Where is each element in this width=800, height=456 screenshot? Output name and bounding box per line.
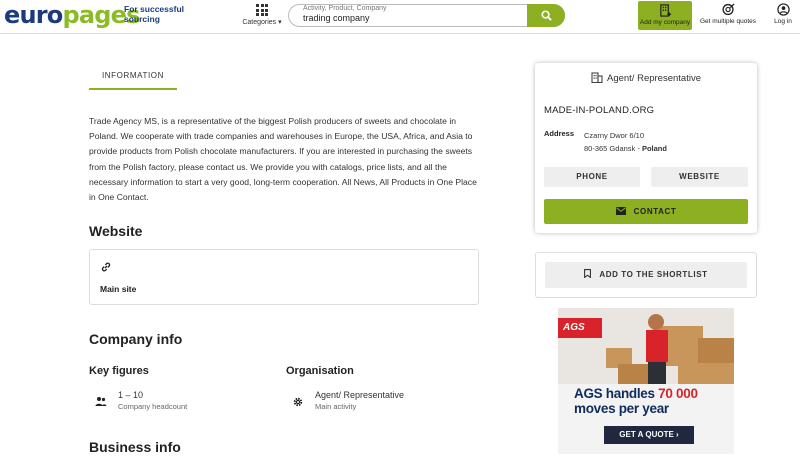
user-icon <box>776 3 790 16</box>
target-check-icon <box>721 3 735 16</box>
gear-icon <box>293 397 303 407</box>
top-bar: europages For successful sourcing Categor… <box>0 0 800 34</box>
main-site-label: Main site <box>100 284 137 294</box>
organisation-heading: Organisation <box>286 365 354 377</box>
website-heading: Website <box>89 223 143 239</box>
contact-card: Agent/ Representative MADE-IN-POLAND.ORG… <box>535 63 757 233</box>
company-description: Trade Agency MS, is a representative of … <box>89 116 477 203</box>
bookmark-icon <box>584 269 592 279</box>
envelope-icon <box>615 207 626 215</box>
phone-button[interactable]: PHONE <box>544 167 640 187</box>
grid-icon <box>256 4 268 16</box>
add-company-button[interactable]: Add my company <box>638 1 692 30</box>
tab-information[interactable]: INFORMATION <box>89 66 177 90</box>
main-site-link[interactable]: Main site <box>89 249 479 305</box>
ags-logo: AGS <box>558 318 602 338</box>
multiple-quotes-button[interactable]: Get multiple quotes <box>697 3 759 25</box>
address-label: Address <box>544 129 575 138</box>
tagline: For successful sourcing <box>124 4 184 24</box>
shortlist-box: ADD TO THE SHORTLIST <box>535 252 757 298</box>
main-activity-figure: Agent/ Representative Main activity <box>315 390 405 411</box>
website-button[interactable]: WEBSITE <box>651 167 748 187</box>
advertisement-banner[interactable]: AGS AGS handles 70 000 moves per year GET… <box>558 308 734 454</box>
chevron-down-icon: ▾ <box>278 19 282 26</box>
people-icon <box>95 397 107 406</box>
address-value: Czarny Dwor 6/10 80-365 Gdansk - Poland <box>584 131 667 153</box>
search-button[interactable] <box>527 4 565 27</box>
search-placeholder: Activity, Product, Company <box>303 5 387 12</box>
ad-headline: AGS handles 70 000 moves per year <box>574 386 698 416</box>
company-name: MADE-IN-POLAND.ORG <box>544 105 655 116</box>
key-figures-heading: Key figures <box>89 365 149 377</box>
login-button[interactable]: Log in <box>768 3 798 25</box>
search-bar[interactable]: Activity, Product, Company trading compa… <box>288 4 565 27</box>
company-info-heading: Company info <box>89 331 183 347</box>
company-type: Agent/ Representative <box>535 72 757 84</box>
add-to-shortlist-button[interactable]: ADD TO THE SHORTLIST <box>545 262 747 288</box>
get-a-quote-button[interactable]: GET A QUOTE › <box>604 426 694 444</box>
europages-logo[interactable]: europages <box>4 1 140 29</box>
search-icon <box>540 10 552 21</box>
search-input[interactable]: trading company <box>303 13 370 23</box>
headcount-figure: 1 – 10 Company headcount <box>118 390 188 411</box>
contact-button[interactable]: CONTACT <box>544 199 748 224</box>
business-info-heading: Business info <box>89 439 181 455</box>
categories-button[interactable]: Categories ▾ <box>238 4 286 26</box>
building-icon <box>591 72 603 84</box>
building-add-icon <box>659 4 671 17</box>
link-icon <box>101 262 111 272</box>
